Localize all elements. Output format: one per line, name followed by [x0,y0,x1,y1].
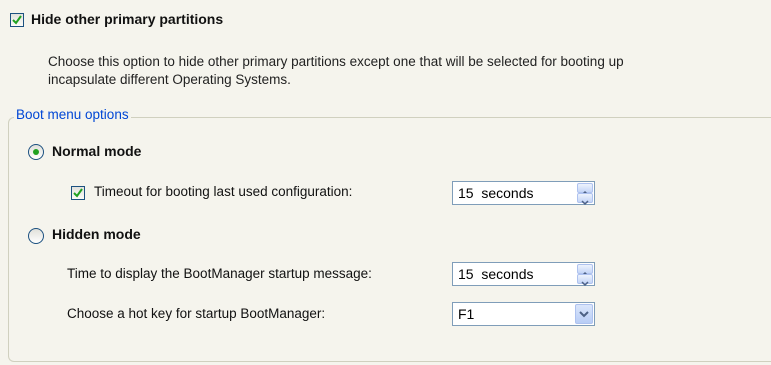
timeout-checkbox[interactable] [71,186,85,200]
hide-partitions-description-line2: incapsulate different Operating Systems. [48,72,291,87]
hidden-mode-radio[interactable] [28,228,44,244]
timeout-spinbox[interactable]: 15 seconds [452,181,595,206]
normal-mode-radio[interactable] [28,144,44,160]
hide-partitions-checkbox[interactable] [10,13,24,27]
boot-menu-options-legend: Boot menu options [14,107,131,122]
timeout-value: 15 seconds [458,185,534,201]
chevron-down-icon [581,200,589,206]
hotkey-combobox[interactable]: F1 [452,302,595,326]
radio-selected-dot [33,149,39,155]
normal-mode-label[interactable]: Normal mode [52,143,141,159]
hotkey-value: F1 [458,306,475,322]
display-time-value: 15 seconds [458,266,534,282]
hide-partitions-label[interactable]: Hide other primary partitions [31,11,223,27]
hotkey-label: Choose a hot key for startup BootManager… [67,306,326,321]
timeout-label[interactable]: Timeout for booting last used configurat… [94,184,352,199]
hidden-mode-label[interactable]: Hidden mode [52,226,141,242]
display-time-spinbox[interactable]: 15 seconds [452,262,595,287]
chevron-down-icon [581,281,589,287]
checkmark-icon [12,15,22,25]
checkmark-icon [73,188,83,198]
spin-down-button[interactable] [577,193,593,206]
dropdown-button[interactable] [575,304,593,324]
spin-down-button[interactable] [577,274,593,287]
spin-up-button[interactable] [577,183,593,196]
chevron-down-icon [579,311,589,318]
display-time-label: Time to display the BootManager startup … [67,266,372,281]
spin-up-button[interactable] [577,264,593,277]
hide-partitions-description-line1: Choose this option to hide other primary… [48,54,624,69]
